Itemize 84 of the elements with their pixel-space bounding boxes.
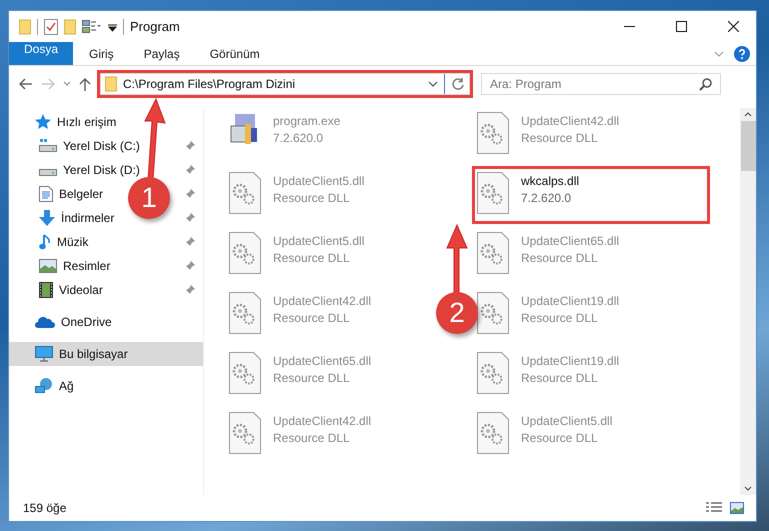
chevron-up-icon[interactable] bbox=[744, 112, 752, 117]
sidebar-item[interactable]: Müzik bbox=[57, 235, 88, 249]
file-detail: Resource DLL bbox=[521, 251, 599, 265]
sidebar-item[interactable]: Yerel Disk (D:) bbox=[63, 163, 140, 177]
star-icon bbox=[35, 114, 51, 130]
sidebar-item[interactable]: Videolar bbox=[59, 283, 103, 297]
gear-file-icon bbox=[229, 232, 261, 274]
gear-file-icon bbox=[477, 352, 509, 394]
gear-file-icon bbox=[477, 292, 509, 334]
window-title: Program bbox=[130, 19, 180, 34]
file-detail: Resource DLL bbox=[521, 311, 599, 325]
sidebar-item[interactable]: Hızlı erişim bbox=[57, 115, 116, 129]
gear-file-icon bbox=[229, 172, 261, 214]
sidebar-item[interactable]: OneDrive bbox=[61, 315, 112, 329]
gear-file-icon bbox=[477, 232, 509, 274]
help-icon[interactable] bbox=[734, 46, 750, 62]
sidebar-item[interactable]: İndirmeler bbox=[61, 211, 114, 225]
up-arrow-icon[interactable] bbox=[79, 77, 91, 91]
gear-file-icon bbox=[229, 352, 261, 394]
music-note-icon bbox=[39, 234, 51, 250]
chevron-down-icon[interactable] bbox=[744, 486, 752, 491]
file-detail: Resource DLL bbox=[273, 431, 351, 445]
file-detail: Resource DLL bbox=[273, 311, 351, 325]
file-tab[interactable]: Dosya bbox=[9, 42, 74, 65]
gear-file-icon bbox=[477, 112, 509, 154]
file-detail: Resource DLL bbox=[273, 371, 351, 385]
file-detail: Resource DLL bbox=[273, 191, 351, 205]
file-name: UpdateClient19.dll bbox=[521, 354, 620, 368]
gear-file-icon bbox=[477, 412, 509, 454]
file-name: UpdateClient65.dll bbox=[521, 234, 620, 248]
gear-file-icon bbox=[229, 412, 261, 454]
file-name: wkcalps.dll bbox=[521, 174, 580, 188]
drive-icon bbox=[39, 139, 57, 153]
sidebar-item[interactable]: Ağ bbox=[59, 379, 74, 393]
file-name: UpdateClient19.dll bbox=[521, 294, 620, 308]
sidebar-item[interactable]: Bu bilgisayar bbox=[59, 347, 128, 361]
cloud-icon bbox=[35, 316, 55, 328]
ribbon-tab[interactable]: Görünüm bbox=[196, 42, 274, 65]
film-icon bbox=[39, 282, 53, 298]
file-name: UpdateClient42.dll bbox=[521, 114, 620, 128]
gear-file-icon bbox=[477, 172, 509, 214]
item-count: 159 öğe bbox=[23, 501, 66, 515]
close-icon bbox=[728, 21, 738, 32]
file-name: program.exe bbox=[273, 114, 340, 128]
dropdown-icon[interactable] bbox=[108, 22, 117, 32]
computer-icon bbox=[35, 346, 53, 362]
sidebar-item[interactable]: Yerel Disk (C:) bbox=[63, 139, 140, 153]
document-icon bbox=[39, 186, 53, 202]
file-name: UpdateClient42.dll bbox=[273, 294, 372, 308]
chevron-down-icon[interactable] bbox=[428, 81, 438, 87]
search-icon bbox=[699, 78, 712, 90]
scrollbar-thumb[interactable] bbox=[740, 121, 756, 171]
picture-icon bbox=[39, 259, 57, 273]
large-icons-view-icon[interactable] bbox=[730, 502, 744, 514]
address-bar[interactable]: C:\Program Files\Program Dizini bbox=[100, 73, 470, 95]
file-detail: 7.2.620.0 bbox=[273, 131, 324, 145]
file-name: UpdateClient65.dll bbox=[273, 354, 372, 368]
scrollbar[interactable] bbox=[740, 108, 756, 495]
file-detail: Resource DLL bbox=[521, 131, 599, 145]
down-arrow-icon bbox=[39, 210, 55, 226]
file-detail: Resource DLL bbox=[521, 371, 599, 385]
back-arrow-icon[interactable] bbox=[19, 78, 33, 90]
file-item[interactable]: wkcalps.dll 7.2.620.0 bbox=[475, 169, 582, 214]
network-icon bbox=[35, 378, 53, 394]
file-detail: 7.2.620.0 bbox=[521, 191, 572, 205]
sidebar-item[interactable]: Belgeler bbox=[59, 187, 104, 201]
gear-file-icon bbox=[229, 292, 261, 334]
file-name: UpdateClient5.dll bbox=[521, 414, 612, 428]
maximize-icon bbox=[676, 21, 686, 32]
file-name: UpdateClient5.dll bbox=[273, 174, 364, 188]
file-name: UpdateClient5.dll bbox=[273, 234, 364, 248]
search-field[interactable]: Ara: Program bbox=[481, 73, 721, 95]
checklist-icon[interactable] bbox=[44, 18, 58, 34]
address-path: C:\Program Files\Program Dizini bbox=[123, 77, 296, 91]
file-detail: Resource DLL bbox=[273, 251, 351, 265]
file-detail: Resource DLL bbox=[521, 431, 599, 445]
file-name: UpdateClient42.dll bbox=[273, 414, 372, 428]
ribbon-tab[interactable]: Paylaş bbox=[130, 42, 194, 65]
folder-icon bbox=[105, 76, 117, 92]
ribbon-tab[interactable]: Giriş bbox=[75, 42, 128, 65]
sidebar-item[interactable]: Resimler bbox=[63, 259, 110, 273]
refresh-icon[interactable] bbox=[451, 77, 465, 91]
details-view-icon[interactable] bbox=[706, 502, 722, 514]
properties-icon[interactable] bbox=[82, 20, 102, 34]
